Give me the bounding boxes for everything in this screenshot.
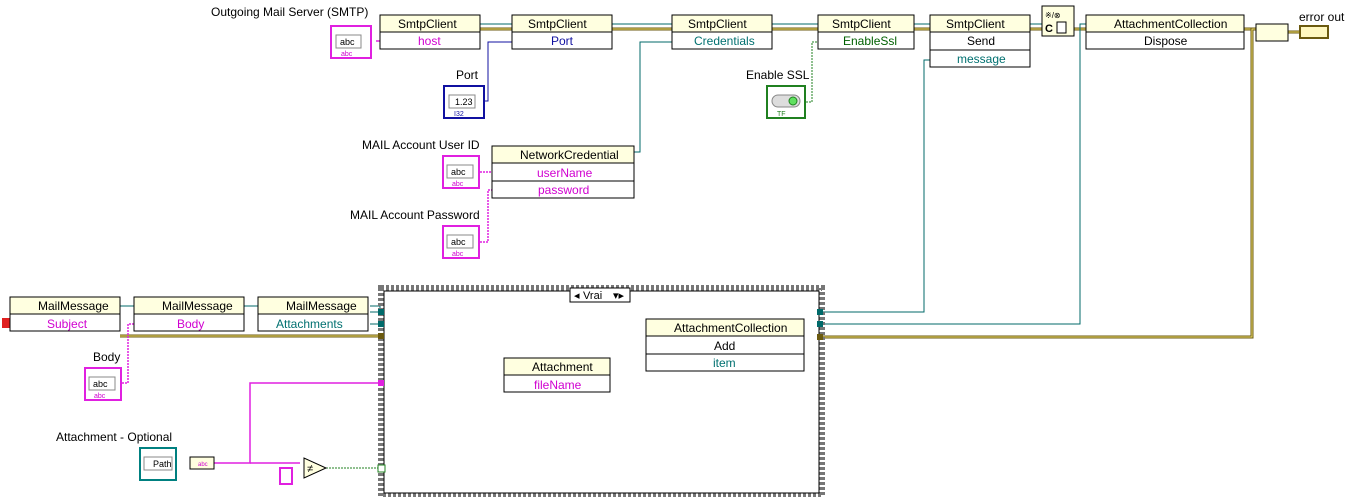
svg-text:Attachments: Attachments <box>276 317 343 331</box>
tunnel-message-out <box>817 309 823 315</box>
case-selector-terminal <box>377 464 386 473</box>
svg-text:host: host <box>418 34 441 48</box>
svg-text:▾▸: ▾▸ <box>613 290 625 302</box>
svg-text:≠: ≠ <box>307 463 313 475</box>
svg-text:MailMessage: MailMessage <box>162 299 233 313</box>
svg-text:Send: Send <box>967 34 995 48</box>
svg-text:abc: abc <box>198 462 208 468</box>
smtp-server-terminal[interactable]: abc abc <box>330 25 372 59</box>
svg-text:C: C <box>1045 23 1053 35</box>
svg-text:MailMessage: MailMessage <box>286 299 357 313</box>
svg-text:abc: abc <box>341 51 353 58</box>
svg-text:item: item <box>713 356 736 370</box>
empty-string-constant[interactable] <box>279 467 293 485</box>
svg-text:SmtpClient: SmtpClient <box>688 17 747 31</box>
smtp-enablessl-node[interactable]: SmtpClient EnableSsl <box>817 14 915 50</box>
svg-text:abc: abc <box>452 181 464 188</box>
svg-text:Port: Port <box>551 34 574 48</box>
tunnel-filename <box>378 380 384 386</box>
enable-ssl-label: Enable SSL <box>746 68 810 82</box>
userid-terminal[interactable]: abc abc <box>442 155 480 189</box>
svg-text:TF: TF <box>777 111 786 118</box>
svg-text:Path: Path <box>153 459 172 469</box>
svg-text:SmtpClient: SmtpClient <box>528 17 587 31</box>
tunnel-error-in <box>378 333 384 339</box>
mail-attachments-node[interactable]: MailMessage Attachments <box>257 296 369 332</box>
path-to-string-icon[interactable]: abc <box>189 456 215 470</box>
close-refnum-icon[interactable] <box>1255 23 1289 42</box>
wire-body[interactable] <box>122 323 134 384</box>
svg-text:Credentials: Credentials <box>694 34 755 48</box>
smtp-credentials-node[interactable]: SmtpClient Credentials <box>671 14 773 50</box>
smtp-host-node[interactable]: SmtpClient host <box>379 14 481 50</box>
tunnel-attachments-in <box>378 321 384 327</box>
error-out-label: error out <box>1299 10 1345 24</box>
mail-subject-node[interactable]: MailMessage Subject <box>9 296 121 332</box>
svg-text:Body: Body <box>177 317 204 331</box>
wire-password[interactable] <box>480 189 492 243</box>
attachment-collection-add-node[interactable]: AttachmentCollection Add item <box>645 318 805 372</box>
svg-text:abc: abc <box>340 37 355 47</box>
svg-text:AttachmentCollection: AttachmentCollection <box>674 321 787 335</box>
attachment-constructor-node[interactable]: Attachment fileName <box>503 357 611 393</box>
svg-text:Subject: Subject <box>47 317 88 331</box>
svg-text:NetworkCredential: NetworkCredential <box>520 148 619 162</box>
svg-text:Dispose: Dispose <box>1144 34 1188 48</box>
password-label: MAIL Account Password <box>350 208 480 222</box>
svg-text:※/⊗: ※/⊗ <box>1045 11 1061 20</box>
body-label: Body <box>93 350 120 364</box>
svg-text:◂: ◂ <box>574 290 580 302</box>
svg-text:abc: abc <box>94 393 106 400</box>
close-reference-icon[interactable]: ※/⊗ C <box>1041 5 1075 37</box>
block-diagram: Outgoing Mail Server (SMTP) abc abc Port… <box>2 5 1345 499</box>
svg-text:message: message <box>957 52 1006 66</box>
svg-text:EnableSsl: EnableSsl <box>843 34 897 48</box>
svg-text:abc: abc <box>452 251 464 258</box>
svg-text:fileName: fileName <box>534 378 582 392</box>
svg-text:userName: userName <box>537 166 593 180</box>
not-equal-icon[interactable]: ≠ <box>303 457 328 479</box>
svg-text:SmtpClient: SmtpClient <box>398 17 457 31</box>
svg-text:Vrai: Vrai <box>583 290 602 302</box>
svg-text:abc: abc <box>451 167 466 177</box>
smtp-send-node[interactable]: SmtpClient Send message <box>929 14 1031 68</box>
svg-text:password: password <box>538 183 589 197</box>
svg-text:Add: Add <box>714 339 735 353</box>
smtp-server-label: Outgoing Mail Server (SMTP) <box>211 5 368 19</box>
svg-text:MailMessage: MailMessage <box>38 299 109 313</box>
port-label: Port <box>456 68 479 82</box>
error-out-terminal[interactable] <box>1299 25 1329 39</box>
tunnel-error-out <box>817 334 823 340</box>
svg-text:Attachment: Attachment <box>532 360 593 374</box>
tunnel-attachments-out <box>817 321 823 327</box>
svg-text:AttachmentCollection: AttachmentCollection <box>1114 17 1227 31</box>
svg-text:abc: abc <box>93 379 108 389</box>
smtp-port-node[interactable]: SmtpClient Port <box>511 14 613 50</box>
attachment-path-terminal[interactable]: Path <box>139 447 177 481</box>
tunnel-message <box>378 309 384 315</box>
port-terminal[interactable]: 1.23 I32 <box>443 85 485 119</box>
svg-text:I32: I32 <box>454 111 464 118</box>
svg-text:SmtpClient: SmtpClient <box>946 17 1005 31</box>
body-terminal[interactable]: abc abc <box>84 367 122 401</box>
mail-body-node[interactable]: MailMessage Body <box>133 296 245 332</box>
wire-credentials[interactable] <box>634 41 672 153</box>
svg-text:SmtpClient: SmtpClient <box>832 17 891 31</box>
network-credential-node[interactable]: NetworkCredential userName password <box>491 145 635 199</box>
svg-text:1.23: 1.23 <box>455 97 473 107</box>
userid-label: MAIL Account User ID <box>362 138 480 152</box>
attachment-collection-dispose-node[interactable]: AttachmentCollection Dispose <box>1085 14 1245 50</box>
enable-ssl-terminal[interactable]: TF <box>766 85 806 119</box>
wire-port[interactable] <box>484 41 512 102</box>
case-selector-label[interactable]: ◂ Vrai ▾▸ <box>569 287 631 303</box>
svg-text:abc: abc <box>451 237 466 247</box>
password-terminal[interactable]: abc abc <box>442 225 480 259</box>
attachment-label: Attachment - Optional <box>56 430 172 444</box>
